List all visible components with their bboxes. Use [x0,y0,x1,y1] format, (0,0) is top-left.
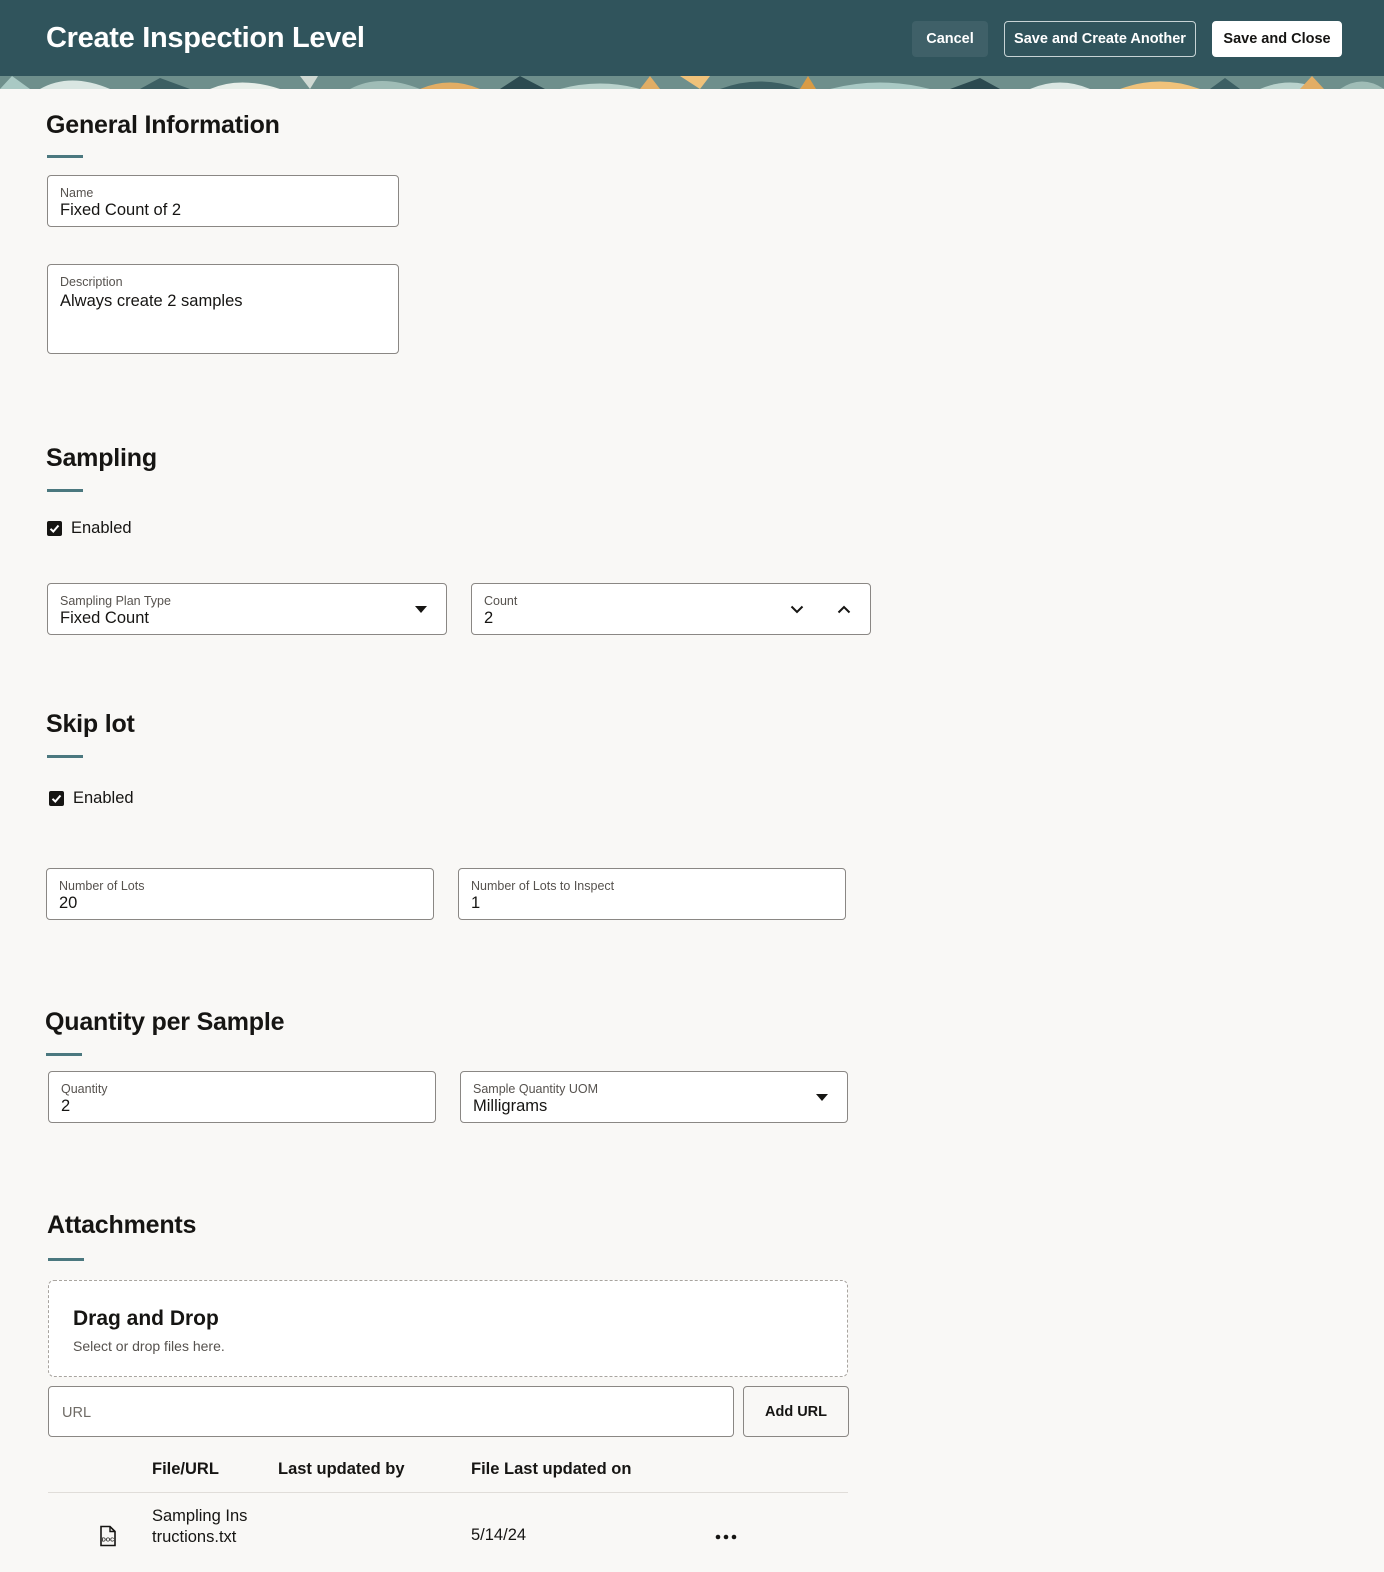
url-input[interactable]: URL [48,1386,734,1437]
attachment-file-link[interactable]: Sampling Instructions.txt [152,1506,248,1547]
dropdown-caret-icon[interactable] [807,1072,837,1122]
quantity-value[interactable]: 2 [61,1097,70,1116]
table-divider [48,1492,848,1493]
dropdown-caret-icon[interactable] [406,584,436,634]
column-header-file-last-updated-on: File Last updated on [471,1460,632,1478]
count-label: Count [484,594,518,608]
column-header-file-url: File/URL [152,1460,219,1478]
check-icon [51,794,62,803]
section-title-quantity-per-sample: Quantity per Sample [45,1008,285,1036]
more-actions-icon[interactable] [714,1527,738,1546]
doc-file-icon: DOC [98,1525,118,1552]
sampling-plan-type-select[interactable]: Sampling Plan Type Fixed Count [47,583,447,635]
section-title-attachments: Attachments [47,1211,197,1239]
svg-text:DOC: DOC [102,1538,114,1544]
section-underline [47,155,83,158]
number-of-lots-field[interactable]: Number of Lots 20 [46,868,434,920]
number-of-lots-to-inspect-label: Number of Lots to Inspect [471,879,615,893]
dropzone-title: Drag and Drop [73,1307,219,1330]
increment-chevron-up-icon[interactable] [829,584,859,634]
sampling-enabled-checkbox-row[interactable]: Enabled [47,519,132,538]
description-field[interactable]: Description Always create 2 samples [47,264,399,354]
number-of-lots-to-inspect-field[interactable]: Number of Lots to Inspect 1 [458,868,846,920]
name-field-value[interactable]: Fixed Count of 2 [60,201,181,220]
count-value[interactable]: 2 [484,609,493,628]
attachment-updated-on: 5/14/24 [471,1526,527,1544]
decrement-chevron-down-icon[interactable] [782,584,812,634]
number-of-lots-label: Number of Lots [59,879,145,893]
number-of-lots-value[interactable]: 20 [59,894,77,913]
url-placeholder: URL [62,1405,92,1421]
section-title-skip-lot: Skip lot [46,710,135,738]
section-title-sampling: Sampling [46,444,157,472]
check-icon [49,524,60,533]
description-field-value[interactable]: Always create 2 samples [60,292,243,311]
name-field[interactable]: Name Fixed Count of 2 [47,175,399,227]
save-and-create-another-button[interactable]: Save and Create Another [1004,21,1196,57]
page-header: Create Inspection Level Cancel Save and … [0,0,1384,89]
quantity-label: Quantity [61,1082,108,1096]
add-url-button[interactable]: Add URL [743,1386,849,1437]
skip-lot-enabled-checkbox-row[interactable]: Enabled [49,789,134,808]
file-dropzone[interactable]: Drag and Drop Select or drop files here. [48,1280,848,1377]
name-field-label: Name [60,186,94,200]
section-underline [48,1258,84,1261]
save-and-close-button[interactable]: Save and Close [1212,21,1342,57]
skip-lot-enabled-checkbox[interactable] [49,791,64,806]
skip-lot-enabled-label: Enabled [73,789,134,807]
page-title: Create Inspection Level [46,22,365,54]
sampling-enabled-checkbox[interactable] [47,521,62,536]
sample-quantity-uom-value: Milligrams [473,1097,548,1115]
sample-quantity-uom-label: Sample Quantity UOM [473,1082,599,1096]
sample-quantity-uom-select[interactable]: Sample Quantity UOM Milligrams [460,1071,848,1123]
column-header-last-updated-by: Last updated by [278,1460,405,1478]
sampling-plan-type-value: Fixed Count [60,609,149,627]
sampling-enabled-label: Enabled [71,519,132,537]
section-underline [46,1053,82,1056]
cancel-button[interactable]: Cancel [912,21,988,57]
description-field-label: Description [60,275,123,289]
section-title-general-information: General Information [46,111,280,139]
sampling-plan-type-label: Sampling Plan Type [60,594,171,608]
dropzone-subtitle: Select or drop files here. [73,1338,225,1354]
quantity-field[interactable]: Quantity 2 [48,1071,436,1123]
header-decorative-band [0,76,1384,89]
section-underline [47,755,83,758]
number-of-lots-to-inspect-value[interactable]: 1 [471,894,480,913]
count-input-number[interactable]: Count 2 [471,583,871,635]
section-underline [47,489,83,492]
